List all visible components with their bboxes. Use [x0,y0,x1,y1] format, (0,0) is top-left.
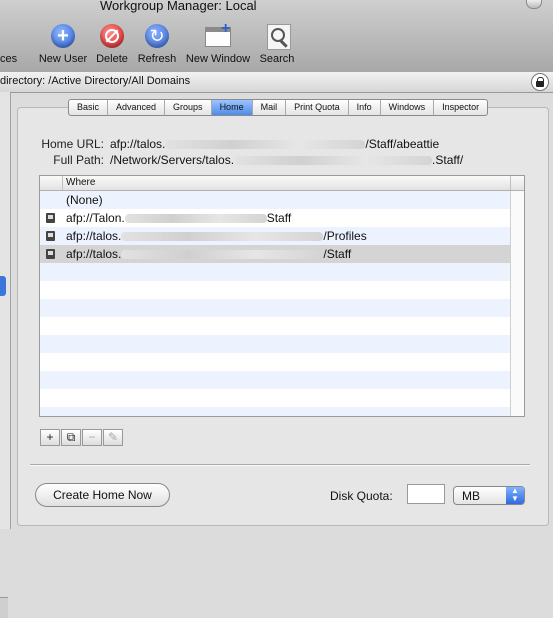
tab-home[interactable]: Home [211,100,253,115]
lock-icon[interactable] [531,73,549,91]
table-scrollbar[interactable] [510,191,524,416]
table-row[interactable]: afp://talos./Profiles [40,227,524,245]
window-title: Workgroup Manager: Local [100,0,257,13]
settings-tabs: Basic Advanced Groups Home Mail Print Qu… [68,99,489,116]
full-path-label: Full Path: [53,153,104,167]
server-icon [46,213,55,223]
search-label: Search [259,53,295,65]
toolbar-services-label: ces [0,53,18,65]
table-header: Where [40,176,524,191]
tab-windows[interactable]: Windows [381,100,435,115]
tab-info[interactable]: Info [349,100,381,115]
divider [30,464,530,466]
directory-bar: directory: /Active Directory/All Domains [0,72,553,93]
redacted-text [234,156,433,166]
table-row-empty [40,353,524,371]
home-url-value: afp://talos. /Staff/abeattie [110,137,439,151]
accounts-list-selection[interactable] [0,276,6,296]
new-user-button[interactable]: New User [38,22,88,65]
remove-location-button[interactable]: − [82,429,102,446]
accounts-list-scrollbar[interactable] [0,597,8,618]
home-locations-table[interactable]: Where (None) afp://Talon. Staff afp://tal… [39,175,525,417]
table-cell-where: (None) [66,193,103,207]
new-window-label: New Window [185,53,251,65]
table-body: (None) afp://Talon. Staff afp://talos./Pr… [40,191,524,416]
tab-groups[interactable]: Groups [165,100,212,115]
edit-location-button[interactable]: ✎ [103,429,123,446]
new-window-button[interactable]: + New Window [185,20,251,65]
refresh-label: Refresh [137,53,177,65]
new-user-label: New User [38,53,88,65]
refresh-button[interactable]: Refresh [136,22,178,65]
search-button[interactable]: Search [259,22,295,65]
table-row-empty [40,263,524,281]
accounts-list-pane[interactable] [0,92,11,618]
create-home-now-button[interactable]: Create Home Now [35,483,170,507]
table-row[interactable]: (None) [40,191,524,209]
new-window-icon: + [204,20,232,50]
tab-advanced[interactable]: Advanced [108,100,166,115]
duplicate-location-button[interactable]: ⧉ [61,429,81,446]
table-row-empty [40,299,524,317]
redacted-text [121,232,324,242]
home-url-prefix: afp://talos. [110,137,166,151]
window-titlebar: Workgroup Manager: Local ces New User De… [0,0,553,73]
table-row-empty [40,389,524,407]
table-row-empty [40,317,524,335]
table-header-corner [510,176,524,190]
redacted-text [124,214,267,224]
home-url-suffix: /Staff/abeattie [365,137,440,151]
full-path-suffix: .Staff/ [432,153,464,167]
table-row-empty [40,407,524,416]
directory-path: directory: /Active Directory/All Domains [0,75,191,87]
delete-icon [100,24,124,48]
toolbar-item-services[interactable]: ces [0,22,18,65]
redacted-text [121,250,324,260]
table-header-where[interactable]: Where [66,177,95,188]
delete-button[interactable]: Delete [93,22,131,65]
table-header-icon-column[interactable] [40,176,63,190]
quota-unit-value: MB [462,489,480,503]
table-cell-where: afp://talos./Profiles [66,229,367,243]
delete-label: Delete [96,53,128,65]
table-cell-where: afp://Talon. Staff [66,211,292,225]
add-location-button[interactable]: + [40,429,60,446]
full-path-prefix: /Network/Servers/talos. [110,153,235,167]
table-row-empty [40,371,524,389]
table-cell-where: afp://talos./Staff [66,247,352,261]
tab-inspector[interactable]: Inspector [434,100,487,115]
server-icon [46,249,55,259]
home-url-label: Home URL: [41,137,104,151]
refresh-icon [145,24,169,48]
search-icon [267,24,291,50]
disk-quota-input[interactable] [407,484,445,504]
tab-mail[interactable]: Mail [253,100,287,115]
table-row-empty [40,335,524,353]
quota-unit-select[interactable]: MB ▲ ▼ [453,486,525,505]
tab-print-quota[interactable]: Print Quota [286,100,349,115]
toolbar-toggle-button[interactable] [526,0,542,9]
server-icon [46,231,55,241]
chevron-updown-icon: ▲ ▼ [506,487,524,504]
tab-basic[interactable]: Basic [69,100,109,115]
redacted-text [165,140,366,150]
disk-quota-label: Disk Quota: [330,489,393,503]
table-row[interactable]: afp://Talon. Staff [40,209,524,227]
table-row-empty [40,281,524,299]
new-user-icon [51,24,75,48]
table-row-selected[interactable]: afp://talos./Staff [40,245,524,263]
full-path-value: /Network/Servers/talos. .Staff/ [110,153,463,167]
